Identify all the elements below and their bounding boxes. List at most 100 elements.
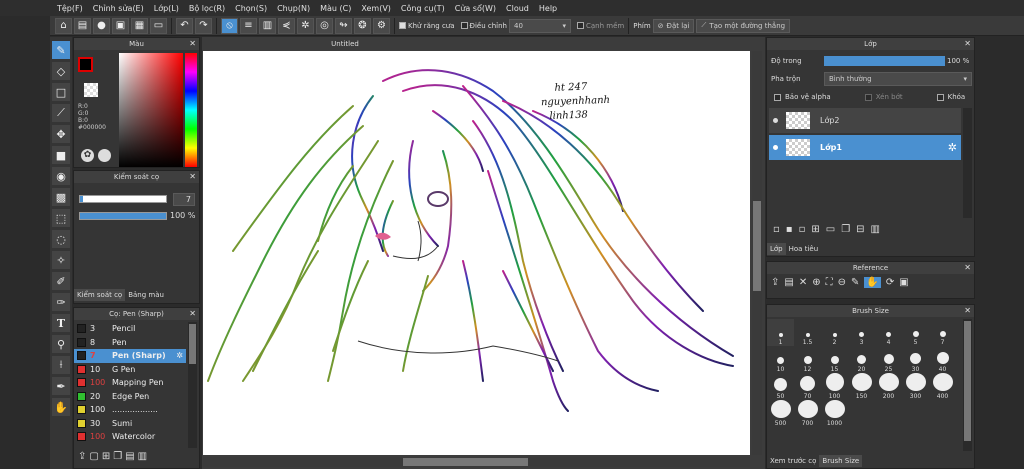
size-slider[interactable]: [79, 195, 167, 203]
menu-color[interactable]: Màu (C): [315, 4, 356, 13]
layer-opacity-slider[interactable]: [824, 56, 945, 66]
fill-rect-tool-icon[interactable]: ■: [52, 146, 70, 164]
new-folder-icon[interactable]: ▢: [89, 451, 98, 462]
snap-settings-icon[interactable]: ⚙: [373, 17, 390, 34]
snap-off-icon[interactable]: ⦸: [221, 17, 238, 34]
brush-size-option[interactable]: 1000: [821, 400, 848, 427]
panel-icon[interactable]: ▣: [112, 17, 129, 34]
brush-size-option[interactable]: 500: [767, 400, 794, 427]
menu-tools[interactable]: Công cụ(T): [396, 4, 450, 13]
import-icon[interactable]: ⇪: [771, 277, 779, 288]
snap-radial-icon[interactable]: ⋞: [278, 17, 295, 34]
antialias-toggle[interactable]: Khử răng cưa: [399, 22, 455, 30]
brush-list-item[interactable]: 20 Edge Pen: [74, 390, 186, 404]
close-reference-icon[interactable]: ✕: [799, 277, 807, 288]
redo-icon[interactable]: ↷: [195, 17, 212, 34]
brush-list-scrollbar[interactable]: [188, 322, 197, 448]
brush-size-option[interactable]: 200: [875, 373, 902, 400]
tab-palette[interactable]: Bảng màu: [125, 289, 167, 301]
layer-row[interactable]: Lớp2: [769, 108, 961, 133]
add-layer-menu-icon[interactable]: ⊞: [811, 224, 819, 235]
reset-button[interactable]: ⊘ Đặt lại: [652, 18, 695, 33]
home-icon[interactable]: ⌂: [55, 17, 72, 34]
tab-brush-control[interactable]: Kiểm soát cọ: [74, 289, 126, 301]
visibility-icon[interactable]: [773, 145, 778, 150]
lasso-tool-icon[interactable]: ◌: [52, 230, 70, 248]
new-folder-icon[interactable]: ▭: [826, 224, 835, 235]
gradient-tool-icon[interactable]: ▩: [52, 188, 70, 206]
blend-mode-select[interactable]: Bình thường ▾: [824, 72, 972, 86]
tab-brush-size[interactable]: Brush Size: [819, 455, 863, 467]
brush-list-item[interactable]: 10 G Pen: [74, 363, 186, 377]
checkbox-icon[interactable]: [864, 93, 872, 101]
adjust-select[interactable]: 40 ▾: [509, 18, 571, 33]
brush-list-item[interactable]: 100 Watercolor: [74, 430, 186, 444]
scroll-thumb[interactable]: [753, 201, 761, 291]
brush-size-option[interactable]: 1.5: [794, 319, 821, 346]
brush-list-item[interactable]: 100 Mapping Pen: [74, 376, 186, 390]
snap-grid-icon[interactable]: ▥: [259, 17, 276, 34]
color-settings-icon[interactable]: [98, 149, 111, 162]
zoom-out-icon[interactable]: ⊖: [838, 277, 846, 288]
palette-icon[interactable]: ✿: [81, 149, 94, 162]
scroll-thumb[interactable]: [964, 321, 971, 441]
bucket-tool-icon[interactable]: ◉: [52, 167, 70, 185]
merge-layer-icon[interactable]: ⊟: [856, 224, 864, 235]
speech-bubble-icon[interactable]: ●: [93, 17, 110, 34]
close-icon[interactable]: ✕: [964, 305, 971, 317]
soft-edge-toggle[interactable]: Cạnh mềm: [577, 22, 624, 30]
checkbox-icon[interactable]: [399, 22, 406, 29]
brush-list-item[interactable]: 7 Pen (Sharp) ✲: [74, 349, 186, 363]
tab-navigator[interactable]: Hoa tiêu: [786, 243, 822, 255]
new-layer-icon[interactable]: ▫: [773, 224, 780, 235]
gear-icon[interactable]: ✲: [176, 351, 183, 360]
scroll-thumb[interactable]: [403, 458, 528, 466]
layer-list-scrollbar[interactable]: [963, 108, 972, 218]
checkbox-icon[interactable]: [460, 22, 468, 29]
canvas-sheet[interactable]: ht 247 nguyenhhanh linh138: [203, 51, 750, 455]
brush-size-option[interactable]: 70: [794, 373, 821, 400]
grid-icon[interactable]: ▦: [131, 17, 148, 34]
document-tab[interactable]: Untitled: [322, 38, 368, 50]
hand-icon[interactable]: ✋: [864, 277, 881, 288]
eyedropper-icon[interactable]: ✎: [851, 277, 859, 288]
delete-layer-icon[interactable]: ▥: [871, 224, 880, 235]
brush-size-option[interactable]: 100: [821, 373, 848, 400]
brush-list-item[interactable]: 8 Pen: [74, 336, 186, 350]
fit-icon[interactable]: ⛶: [826, 277, 833, 288]
brush-size-option[interactable]: 10: [767, 346, 794, 373]
size-value-field[interactable]: 7: [173, 193, 195, 206]
checkbox-icon[interactable]: [936, 93, 944, 101]
menu-filter[interactable]: Bộ lọc(R): [184, 4, 230, 13]
menu-layer[interactable]: Lớp(L): [149, 4, 184, 13]
horizontal-scrollbar[interactable]: [203, 457, 750, 467]
brush-size-option[interactable]: 3: [848, 319, 875, 346]
visibility-icon[interactable]: [773, 118, 778, 123]
eyedropper-tool-icon[interactable]: ⟊: [52, 356, 70, 374]
open-folder-icon[interactable]: ▤: [784, 277, 793, 288]
close-icon[interactable]: ✕: [189, 308, 196, 320]
close-icon[interactable]: ✕: [964, 38, 971, 50]
new-layer-1bit-icon[interactable]: ▫: [799, 224, 806, 235]
line-tool-icon[interactable]: ⟋: [52, 104, 70, 122]
paste-brush-icon[interactable]: ▤: [125, 451, 134, 462]
copy-brush-icon[interactable]: ❐: [113, 451, 122, 462]
menu-view[interactable]: Xem(V): [356, 4, 396, 13]
snap-curve-icon[interactable]: ↬: [335, 17, 352, 34]
brush-size-option[interactable]: 25: [875, 346, 902, 373]
pen-tool-icon[interactable]: ✒: [52, 377, 70, 395]
brush-list-item[interactable]: 100..................: [74, 403, 186, 417]
select-eraser-tool-icon[interactable]: ✑: [52, 293, 70, 311]
vertical-scrollbar[interactable]: [752, 51, 762, 455]
snap-circle-icon[interactable]: ◎: [316, 17, 333, 34]
gear-icon[interactable]: ✲: [948, 141, 957, 154]
duplicate-layer-icon[interactable]: ❐: [841, 224, 850, 235]
brush-size-option[interactable]: 2: [821, 319, 848, 346]
add-brush-icon[interactable]: ⊞: [102, 451, 110, 462]
magic-wand-tool-icon[interactable]: ✧: [52, 251, 70, 269]
brush-size-option[interactable]: 150: [848, 373, 875, 400]
menu-edit[interactable]: Chỉnh sửa(E): [88, 4, 149, 13]
saturation-value-picker[interactable]: [119, 53, 183, 167]
foreground-color-swatch[interactable]: [78, 57, 93, 72]
menu-help[interactable]: Help: [534, 4, 562, 13]
